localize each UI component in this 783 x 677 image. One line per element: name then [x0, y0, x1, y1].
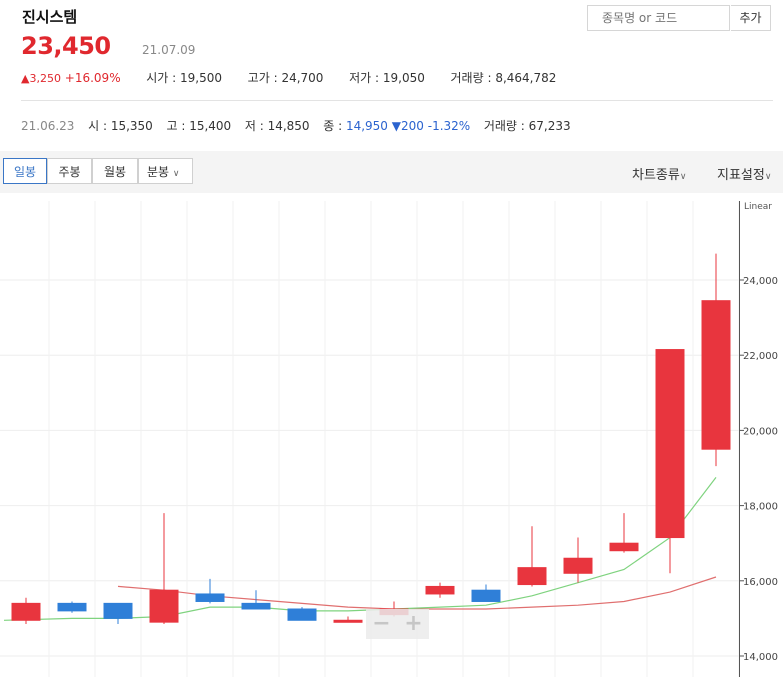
prev-open-label: 시 : [88, 119, 111, 133]
candle [103, 602, 133, 625]
candle [425, 582, 455, 598]
candle [517, 526, 547, 587]
chart-type-dropdown[interactable]: 차트종류∨ [632, 164, 686, 183]
candle [11, 597, 41, 625]
candle-body [609, 542, 639, 552]
change-percent: +16.09% [64, 71, 121, 85]
prev-close-label: 종 : [323, 119, 346, 133]
candle [609, 513, 639, 553]
candle-body [57, 602, 87, 612]
candle [471, 584, 501, 602]
prev-high-label: 고 : [166, 119, 190, 133]
y-tick-labels: 14,000 16,000 18,000 20,000 22,000 24,000 [739, 276, 778, 663]
current-price: 23,450 [21, 32, 111, 60]
scale-label: Linear [744, 202, 772, 212]
candle-body [425, 585, 455, 595]
prev-low-label: 저 : [244, 119, 268, 133]
open-label: 시가 : [146, 71, 181, 85]
y-tick-label: 14,000 [743, 652, 778, 663]
prev-change-percent: -1.32% [427, 119, 471, 133]
candle-body [517, 567, 547, 586]
high-label: 고가 : [247, 71, 282, 85]
moving-average-lines [3, 477, 717, 621]
candle-body [563, 557, 593, 574]
y-tick-label: 16,000 [743, 577, 778, 588]
ma-short-line [3, 477, 717, 621]
candle [149, 513, 179, 625]
change-amount: ▲3,250 [21, 72, 61, 85]
high-value: 24,700 [281, 71, 324, 85]
candle-body [701, 300, 731, 450]
y-tick-label: 18,000 [743, 502, 778, 513]
zoom-out-button[interactable]: − [366, 609, 397, 639]
candle-body [149, 589, 179, 623]
candle-body [287, 608, 317, 621]
price-date: 21.07.09 [142, 43, 196, 57]
tab-minute[interactable]: 분봉 ∨ [138, 158, 193, 184]
candle [333, 616, 363, 623]
prev-open: 15,350 [110, 119, 153, 133]
y-tick-label: 24,000 [743, 276, 778, 287]
candle-body [241, 602, 271, 610]
stock-name: 진시스템 [22, 8, 78, 26]
y-tick-label: 22,000 [743, 351, 778, 362]
y-tick-label: 20,000 [743, 426, 778, 437]
search-input[interactable] [587, 5, 730, 31]
zoom-in-button[interactable]: + [398, 609, 429, 639]
prev-close: 14,950 [345, 119, 388, 133]
candle [655, 349, 685, 574]
prev-high: 15,400 [189, 119, 232, 133]
candle-body [471, 589, 501, 602]
prev-volume-label: 거래량 : [483, 119, 529, 133]
zoom-controls: − + [366, 609, 429, 639]
prev-low: 14,850 [267, 119, 310, 133]
chevron-down-icon: ∨ [172, 169, 180, 179]
indicator-settings-dropdown[interactable]: 지표설정∨ [717, 164, 771, 183]
tab-monthly[interactable]: 월봉 [92, 158, 138, 184]
volume-value: 8,464,782 [495, 71, 557, 85]
chart-type-label: 차트종류 [632, 168, 680, 183]
tab-weekly[interactable]: 주봉 [47, 158, 92, 184]
candle-body [333, 619, 363, 623]
candle [241, 590, 271, 610]
prev-change: ▼200 [391, 119, 424, 133]
tab-daily[interactable]: 일봉 [3, 158, 47, 184]
prev-volume: 67,233 [528, 119, 571, 133]
candle [287, 607, 317, 621]
candle [57, 601, 87, 613]
chevron-down-icon: ∨ [679, 172, 687, 182]
prev-date: 21.06.23 [21, 119, 75, 133]
candle [701, 253, 731, 467]
divider [21, 100, 773, 101]
today-stats: ▲3,250 +16.09% 시가 : 19,500 고가 : 24,700 저… [21, 69, 556, 86]
candle-body [655, 349, 685, 539]
candle [195, 578, 225, 604]
low-label: 저가 : [349, 71, 383, 85]
add-button[interactable]: 추가 [731, 5, 771, 31]
low-value: 19,050 [382, 71, 425, 85]
candle-body [11, 602, 41, 621]
candle-body [195, 593, 225, 602]
volume-label: 거래량 : [450, 71, 496, 85]
candle [563, 537, 593, 583]
prev-day-stats: 21.06.23 시 : 15,350 고 : 15,400 저 : 14,85… [21, 117, 571, 134]
candle-body [103, 602, 133, 619]
indicator-label: 지표설정 [717, 168, 765, 183]
chevron-down-icon: ∨ [764, 172, 772, 182]
open-value: 19,500 [180, 71, 223, 85]
candlestick-chart[interactable]: Linear 14,000 16,000 18,000 20,000 22,000 24,… [0, 193, 783, 677]
tab-minute-label: 분봉 [147, 165, 170, 179]
